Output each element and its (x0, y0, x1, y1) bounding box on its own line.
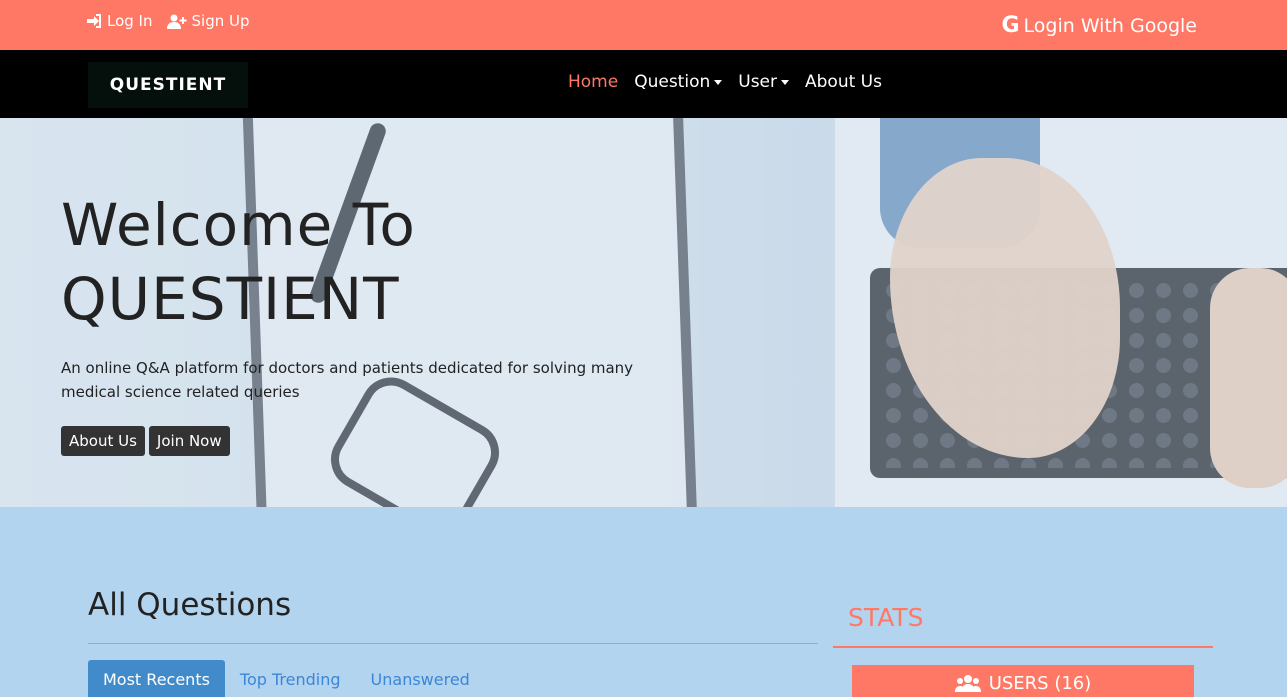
all-questions-title: All Questions (88, 587, 292, 623)
signup-label: Sign Up (191, 12, 250, 30)
hero-banner: Welcome To QUESTIENT An online Q&A platf… (0, 118, 1287, 507)
hero-content: Welcome To QUESTIENT An online Q&A platf… (61, 188, 661, 456)
sign-in-icon (87, 14, 101, 28)
user-plus-icon (166, 14, 186, 29)
tab-most-recents[interactable]: Most Recents (88, 660, 225, 697)
tab-unanswered[interactable]: Unanswered (356, 660, 485, 697)
nav-user-dropdown[interactable]: User (738, 72, 789, 92)
divider (833, 646, 1213, 648)
login-link[interactable]: Log In (86, 12, 153, 30)
stats-title: STATS (848, 603, 924, 632)
users-stat-card[interactable]: USERS (16) (852, 665, 1194, 697)
hero-subtitle: An online Q&A platform for doctors and p… (61, 359, 634, 401)
nav-home[interactable]: Home (568, 72, 618, 92)
nav-user-label: User (738, 72, 777, 92)
nav-home-label: Home (568, 72, 619, 92)
users-icon (954, 675, 981, 692)
hero-title-line1: Welcome To (61, 191, 416, 259)
google-login-label: Login With Google (1023, 14, 1197, 37)
caret-down-icon (781, 79, 789, 85)
login-label: Log In (107, 12, 153, 30)
nav-links: Home Question User About Us (568, 72, 882, 92)
google-icon: G (1001, 13, 1020, 38)
users-stat-label: USERS (16) (988, 672, 1092, 694)
google-login-button[interactable]: G Login With Google (1001, 13, 1197, 38)
divider (88, 643, 818, 644)
main-navbar: QUESTIENT Home Question User About Us (0, 50, 1287, 118)
nav-about[interactable]: About Us (805, 72, 882, 92)
brand-logo[interactable]: QUESTIENT (88, 62, 248, 108)
tab-top-trending[interactable]: Top Trending (225, 660, 356, 697)
nav-about-label: About Us (805, 72, 882, 92)
nav-question-dropdown[interactable]: Question (634, 72, 723, 92)
about-us-button[interactable]: About Us (61, 426, 145, 456)
nav-question-label: Question (634, 72, 711, 92)
join-now-button[interactable]: Join Now (148, 426, 230, 456)
signup-link[interactable]: Sign Up (166, 12, 250, 30)
auth-links: Log In Sign Up (86, 12, 250, 30)
top-bar: Log In Sign Up G Login With Google (0, 0, 1287, 50)
caret-down-icon (714, 79, 723, 85)
brand-text: QUESTIENT (109, 75, 227, 95)
hero-buttons: About Us Join Now (61, 426, 661, 456)
hero-title: Welcome To QUESTIENT (61, 188, 661, 336)
question-tabs: Most Recents Top Trending Unanswered (88, 660, 485, 697)
hero-title-line2: QUESTIENT (61, 265, 400, 333)
